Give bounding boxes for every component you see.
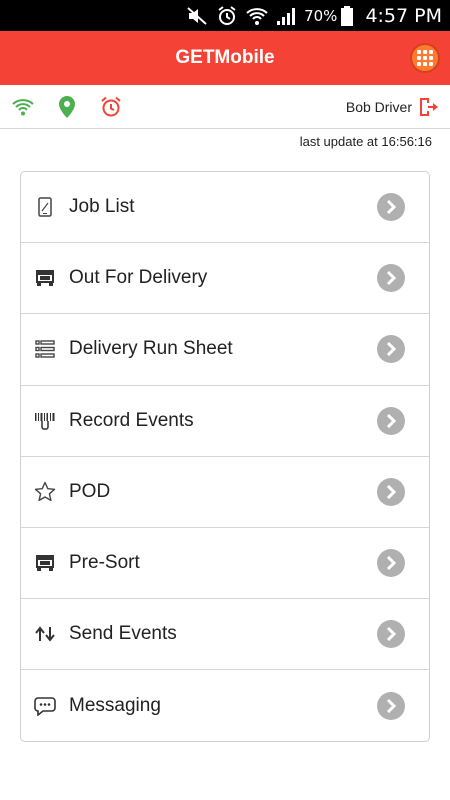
phone-icon	[33, 195, 57, 219]
menu-item-delivery-run-sheet[interactable]: Delivery Run Sheet	[21, 314, 429, 386]
chevron-right-icon	[377, 264, 405, 293]
main-menu: Job List Out For Delivery Delivery Run S…	[20, 171, 430, 742]
menu-item-label: Delivery Run Sheet	[69, 338, 233, 360]
user-name: Bob Driver	[345, 98, 412, 115]
menu-item-label: Record Events	[69, 409, 194, 431]
mute-icon	[186, 6, 208, 26]
chevron-right-icon	[377, 335, 405, 364]
info-bar: Bob Driver	[0, 85, 450, 129]
menu-item-send-events[interactable]: Send Events	[21, 599, 429, 671]
menu-item-label: Messaging	[69, 694, 161, 716]
battery-percent: 70%	[304, 6, 338, 25]
menu-item-messaging[interactable]: Messaging	[21, 670, 429, 741]
chevron-right-icon	[377, 193, 405, 222]
wifi-status-icon	[246, 6, 268, 26]
menu-item-record-events[interactable]: Record Events	[21, 386, 429, 457]
truck-icon	[33, 551, 57, 575]
clock: 4:57 PM	[365, 4, 442, 27]
menu-item-label: Out For Delivery	[69, 267, 208, 289]
signal-icon	[276, 6, 296, 26]
logout-icon[interactable]	[418, 97, 438, 117]
last-update-text: last update at 16:56:16	[299, 134, 432, 149]
star-icon	[33, 480, 57, 504]
apps-menu-button[interactable]	[410, 43, 440, 73]
menu-item-out-for-delivery[interactable]: Out For Delivery	[21, 243, 429, 315]
chevron-right-icon	[377, 549, 405, 578]
chevron-right-icon	[377, 406, 405, 435]
alarm-clock-icon	[100, 96, 122, 118]
chevron-right-icon	[377, 691, 405, 720]
grid-icon	[417, 50, 433, 66]
menu-item-pod[interactable]: POD	[21, 457, 429, 528]
menu-item-label: Pre-Sort	[69, 552, 140, 574]
up-down-arrows-icon	[33, 622, 57, 646]
app-title: GETMobile	[175, 47, 275, 68]
chevron-right-icon	[377, 620, 405, 649]
chat-bubble-icon	[33, 694, 57, 718]
chevron-right-icon	[377, 477, 405, 506]
list-icon	[33, 337, 57, 361]
app-bar: GETMobile	[0, 31, 450, 85]
menu-item-label: Send Events	[69, 623, 177, 645]
barcode-scan-icon	[33, 409, 57, 433]
truck-icon	[33, 266, 57, 290]
battery-icon	[341, 5, 354, 26]
alarm-status-icon	[216, 5, 238, 27]
location-pin-icon	[59, 95, 75, 118]
menu-item-label: Job List	[69, 196, 135, 218]
menu-item-label: POD	[69, 480, 111, 502]
menu-item-pre-sort[interactable]: Pre-Sort	[21, 528, 429, 600]
menu-item-job-list[interactable]: Job List	[21, 172, 429, 244]
wifi-icon	[12, 98, 34, 116]
status-bar: 70% 4:57 PM	[0, 0, 450, 31]
